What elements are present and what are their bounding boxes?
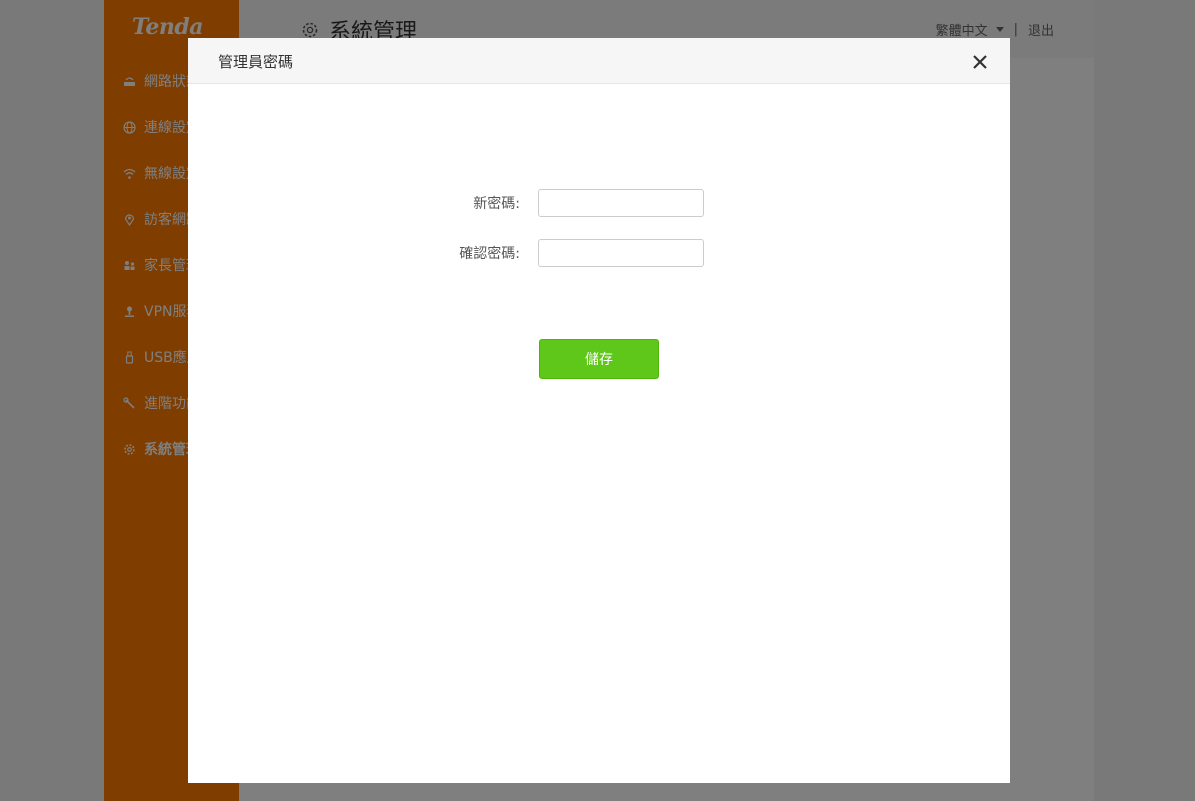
dialog-title: 管理員密碼: [218, 53, 294, 71]
close-icon[interactable]: [972, 54, 988, 70]
confirm-password-input[interactable]: [538, 239, 704, 267]
new-password-input[interactable]: [538, 189, 704, 217]
dialog-header: 管理員密碼: [188, 38, 1010, 84]
save-button[interactable]: 儲存: [539, 339, 659, 379]
confirm-password-label: 確認密碼:: [459, 246, 520, 262]
new-password-label: 新密碼:: [473, 196, 520, 212]
confirm-password-row: 確認密碼:: [370, 239, 704, 267]
admin-password-dialog: 管理員密碼 新密碼: 確認密碼: 儲存: [188, 38, 1010, 783]
new-password-row: 新密碼:: [370, 189, 704, 217]
